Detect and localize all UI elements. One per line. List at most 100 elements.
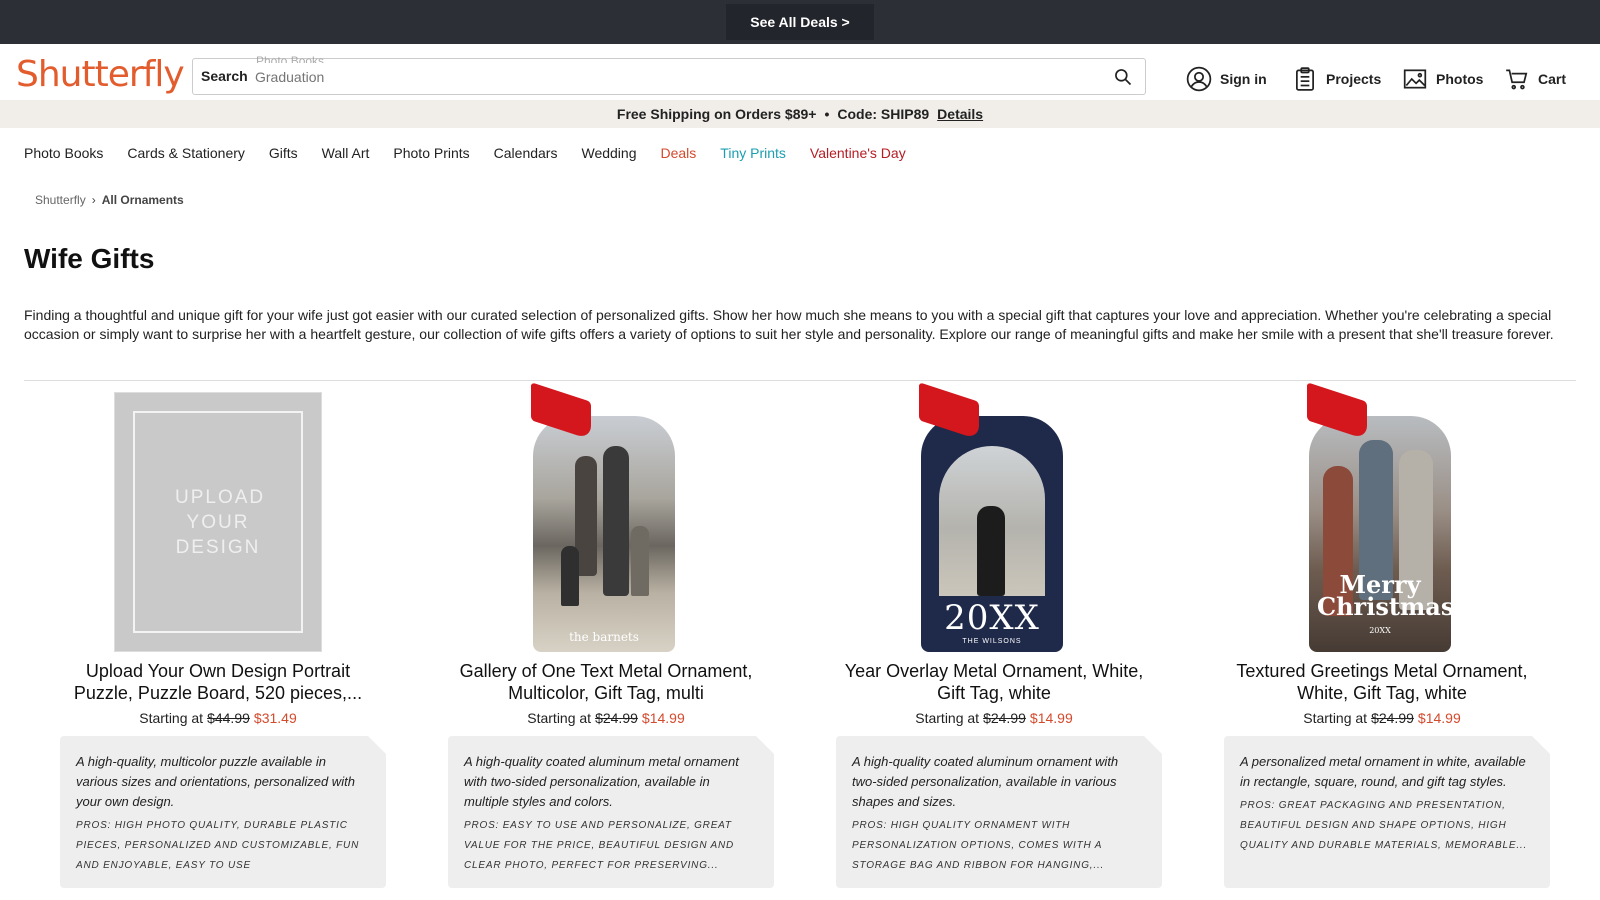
ornament-name-text: THE WILSONS (962, 638, 1022, 645)
sign-in-link[interactable]: Sign in (1186, 66, 1267, 92)
promo-bar: See All Deals > (0, 0, 1600, 44)
review-description: A high-quality coated aluminum metal orn… (464, 754, 739, 809)
photo-figure (631, 526, 649, 596)
upload-design-text: UPLOAD YOUR DESIGN (175, 487, 266, 558)
chevron-right-icon: › (91, 193, 96, 207)
starting-at-label: Starting at (139, 710, 204, 726)
review-pros: Pros: Great packaging and presentation, … (1240, 800, 1528, 851)
photo-figure (561, 546, 579, 606)
product-image-gallery-ornament[interactable]: the barnets (521, 382, 691, 652)
breadcrumb-current[interactable]: All Ornaments (102, 193, 184, 207)
product-review-summary: A high-quality coated aluminum metal orn… (448, 736, 774, 888)
price-sale: $31.49 (253, 710, 297, 726)
product-review-summary: A personalized metal ornament in white, … (1224, 736, 1550, 888)
ornament-photo: Merry Christmas 20XX (1309, 416, 1451, 652)
photo-figure (603, 446, 629, 596)
product-card: UPLOAD YOUR DESIGN Upload Your Own Desig… (28, 392, 408, 892)
sign-in-label: Sign in (1220, 71, 1267, 87)
product-title[interactable]: Upload Your Own Design Portrait Puzzle, … (28, 660, 408, 704)
product-title-line: Puzzle, Puzzle Board, 520 pieces,... (73, 683, 363, 703)
product-price: Starting at $44.99 $31.49 (28, 710, 408, 726)
price-sale: $14.99 (1029, 710, 1073, 726)
photo-arch (939, 446, 1045, 596)
nav-item-photo-prints[interactable]: Photo Prints (393, 145, 469, 161)
search-label: Search (201, 68, 248, 84)
product-image-textured-greetings-ornament[interactable]: Merry Christmas 20XX (1297, 382, 1467, 652)
nav-item-tiny-prints[interactable]: Tiny Prints (720, 145, 786, 161)
nav-item-wedding[interactable]: Wedding (581, 145, 636, 161)
ornament-photo: 20XX THE WILSONS (921, 416, 1063, 652)
product-title-line: Multicolor, Gift Tag, multi (508, 683, 704, 703)
review-pros: Pros: High photo quality, durable plasti… (76, 820, 360, 871)
ornament-year-text: 20XX (1369, 626, 1391, 635)
product-price: Starting at $24.99 $14.99 (1192, 710, 1572, 726)
page-title: Wife Gifts (24, 243, 155, 274)
review-pros: Pros: High quality ornament with persona… (852, 820, 1105, 871)
site-header: Shutterfly Search Photo Books Sign in Pr… (0, 44, 1600, 100)
product-card: 20XX THE WILSONS Year Overlay Metal Orna… (804, 382, 1184, 892)
ornament-text: the barnets (569, 630, 639, 644)
ornament-year-text: 20XX (944, 598, 1040, 638)
product-price: Starting at $24.99 $14.99 (804, 710, 1184, 726)
product-title-line: Textured Greetings Metal Ornament, (1236, 661, 1528, 681)
breadcrumb: Shutterfly › All Ornaments (35, 193, 184, 207)
projects-label: Projects (1326, 71, 1382, 87)
starting-at-label: Starting at (527, 710, 592, 726)
projects-link[interactable]: Projects (1292, 66, 1381, 92)
search-box[interactable]: Search Photo Books (192, 54, 1146, 95)
product-image-year-overlay-ornament[interactable]: 20XX THE WILSONS (909, 382, 1079, 652)
divider (24, 380, 1576, 381)
price-original: $44.99 (207, 710, 250, 726)
price-sale: $14.99 (641, 710, 685, 726)
shipping-banner: Free Shipping on Orders $89+ • Code: SHI… (0, 100, 1600, 128)
product-title[interactable]: Gallery of One Text Metal Ornament, Mult… (416, 660, 796, 704)
photos-link[interactable]: Photos (1402, 66, 1483, 92)
ornament-photo: the barnets (533, 416, 675, 652)
cart-link[interactable]: Cart (1504, 66, 1566, 92)
review-description: A high-quality, multicolor puzzle availa… (76, 754, 355, 809)
product-review-summary: A high-quality, multicolor puzzle availa… (60, 736, 386, 888)
product-title-line: Gallery of One Text Metal Ornament, (459, 661, 753, 681)
product-title[interactable]: Year Overlay Metal Ornament, White, Gift… (804, 660, 1184, 704)
nav-item-wall-art[interactable]: Wall Art (322, 145, 370, 161)
price-sale: $14.99 (1417, 710, 1461, 726)
review-description: A high-quality coated aluminum ornament … (852, 754, 1119, 809)
product-title-line: Year Overlay Metal Ornament, White, (844, 661, 1144, 681)
review-description: A personalized metal ornament in white, … (1240, 754, 1526, 789)
main-nav: Photo Books Cards & Stationery Gifts Wal… (24, 145, 906, 161)
photos-label: Photos (1436, 71, 1484, 87)
nav-item-gifts[interactable]: Gifts (269, 145, 298, 161)
see-all-deals-button[interactable]: See All Deals > (726, 4, 874, 40)
search-icon[interactable] (1113, 67, 1133, 87)
product-card: Merry Christmas 20XX Textured Greetings … (1192, 382, 1572, 892)
image-icon (1403, 69, 1427, 89)
product-title[interactable]: Textured Greetings Metal Ornament, White… (1192, 660, 1572, 704)
cart-label: Cart (1538, 71, 1567, 87)
shipping-details-link[interactable]: Details (937, 106, 983, 122)
product-title-line: Upload Your Own Design Portrait (85, 661, 351, 681)
clipboard-icon (1296, 67, 1314, 91)
starting-at-label: Starting at (1303, 710, 1368, 726)
price-original: $24.99 (1371, 710, 1414, 726)
nav-item-cards-stationery[interactable]: Cards & Stationery (127, 145, 245, 161)
product-price: Starting at $24.99 $14.99 (416, 710, 796, 726)
shutterfly-logo[interactable]: Shutterfly (16, 54, 185, 95)
product-title-line: White, Gift Tag, white (1297, 683, 1467, 703)
nav-item-deals[interactable]: Deals (661, 145, 697, 161)
nav-item-photo-books[interactable]: Photo Books (24, 145, 103, 161)
price-original: $24.99 (595, 710, 638, 726)
shipping-separator: • (824, 106, 830, 122)
photo-figure (977, 506, 1005, 596)
breadcrumb-home[interactable]: Shutterfly (35, 193, 86, 207)
shipping-offer-text: Free Shipping on Orders $89+ (616, 106, 817, 122)
price-original: $24.99 (983, 710, 1026, 726)
nav-item-valentines-day[interactable]: Valentine's Day (810, 145, 906, 161)
product-card: the barnets Gallery of One Text Metal Or… (416, 382, 796, 892)
product-image-upload-design[interactable]: UPLOAD YOUR DESIGN (114, 392, 322, 652)
cart-icon (1506, 69, 1528, 90)
search-input[interactable] (255, 69, 1075, 85)
nav-item-calendars[interactable]: Calendars (494, 145, 558, 161)
page-description: Finding a thoughtful and unique gift for… (24, 307, 1554, 342)
shipping-code: Code: SHIP89 (837, 106, 930, 122)
user-icon (1186, 66, 1212, 92)
